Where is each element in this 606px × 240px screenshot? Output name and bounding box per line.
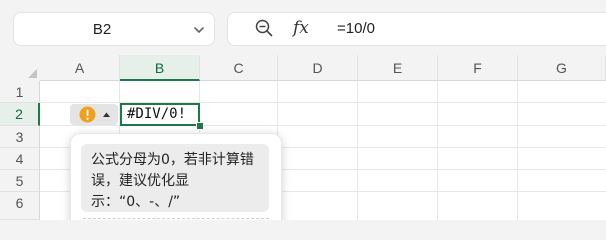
row-header-6[interactable]: 6 [0,192,40,220]
fill-handle[interactable] [196,122,204,130]
column-header-a[interactable]: A [40,55,120,81]
popup-divider [83,218,269,219]
chevron-up-icon [103,112,110,117]
row-header-3[interactable]: 3 [0,126,40,148]
chevron-down-icon[interactable] [192,23,206,37]
spreadsheet-app: B2 fx =10/0 A B C D E F G 1 2 3 4 5 6 #D… [0,0,606,220]
fx-icon[interactable]: fx [293,17,309,39]
row-header-2[interactable]: 2 [0,103,40,126]
zoom-search-icon[interactable] [254,18,274,38]
column-header-d[interactable]: D [278,55,358,81]
row-header-1[interactable]: 1 [0,81,40,103]
error-indicator-button[interactable] [70,104,118,125]
select-all-corner[interactable] [0,55,40,81]
column-header-e[interactable]: E [358,55,438,81]
error-tooltip-popup: 公式分母为0，若非计算错误，建议优化显示：“0、-、/” [70,133,282,220]
error-message: 公式分母为0，若非计算错误，建议优化显示：“0、-、/” [81,144,269,212]
formula-bar[interactable] [227,12,606,46]
formula-input[interactable]: =10/0 [337,12,375,46]
row-header-4[interactable]: 4 [0,148,40,170]
column-header-g[interactable]: G [518,55,606,81]
column-header-c[interactable]: C [200,55,278,81]
row-header-5[interactable]: 5 [0,170,40,192]
cell-b2-value: #DIV/0! [127,106,187,122]
name-box[interactable]: B2 [13,12,215,46]
column-header-f[interactable]: F [438,55,518,81]
warning-circle-icon [79,106,96,123]
column-header-b[interactable]: B [120,55,200,81]
name-box-value: B2 [92,21,112,38]
